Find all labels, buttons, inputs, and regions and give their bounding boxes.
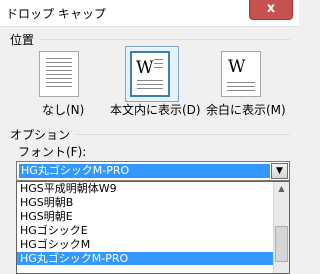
- margin-letter-icon: W: [228, 57, 246, 77]
- options-heading: オプション: [10, 128, 71, 142]
- options-separator: [75, 134, 290, 135]
- close-icon: x: [266, 1, 276, 16]
- title-bar: ドロップ キャップ x: [0, 0, 299, 27]
- scrollbar-thumb[interactable]: [275, 226, 288, 262]
- dropcap-letter-icon: W: [136, 58, 154, 78]
- body-lines-icon: [137, 80, 163, 90]
- drop-cap-dialog: ドロップ キャップ x 位置 なし(N) W 本文内に表示(D) W 余白に表示…: [0, 0, 299, 274]
- font-combobox-value[interactable]: HG丸ゴシックM-PRO: [19, 164, 270, 178]
- no-dropcap-icon: [46, 58, 72, 90]
- font-dropdown-list[interactable]: HGS平成明朝体W9 HGS明朝B HGS明朝E HGゴシックE HGゴシックM…: [16, 181, 290, 274]
- position-none-label[interactable]: なし(N): [42, 101, 84, 118]
- position-dropped-label[interactable]: 本文内に表示(D): [110, 101, 201, 118]
- position-dropped-tile[interactable]: W: [130, 51, 170, 97]
- position-margin-label[interactable]: 余白に表示(M): [206, 101, 286, 118]
- chevron-down-icon: ▼: [276, 166, 283, 176]
- position-separator: [40, 39, 290, 40]
- margin-lines-icon: [227, 82, 255, 91]
- font-list-item[interactable]: HGS明朝B: [17, 196, 274, 209]
- close-button[interactable]: x: [249, 0, 293, 20]
- side-lines-icon: [154, 59, 163, 71]
- position-margin-tile[interactable]: W: [221, 51, 261, 97]
- font-list-item[interactable]: HGゴシックM: [17, 238, 274, 251]
- font-list-item[interactable]: HGゴシックE: [17, 224, 274, 237]
- dialog-title: ドロップ キャップ: [6, 7, 106, 21]
- font-list-scrollbar[interactable]: ▲: [273, 182, 289, 273]
- scroll-up-icon[interactable]: ▲: [274, 182, 289, 196]
- font-dropdown-button[interactable]: ▼: [271, 163, 288, 179]
- font-list-item[interactable]: HGS平成明朝体W9: [17, 182, 274, 195]
- font-list-item[interactable]: HGS明朝E: [17, 210, 274, 223]
- font-combobox[interactable]: HG丸ゴシックM-PRO ▼: [16, 161, 290, 181]
- position-heading: 位置: [10, 33, 35, 47]
- font-list-item-selected[interactable]: HG丸ゴシックM-PRO: [17, 252, 274, 265]
- position-none-tile[interactable]: [39, 51, 79, 97]
- font-label: フォント(F):: [18, 145, 87, 159]
